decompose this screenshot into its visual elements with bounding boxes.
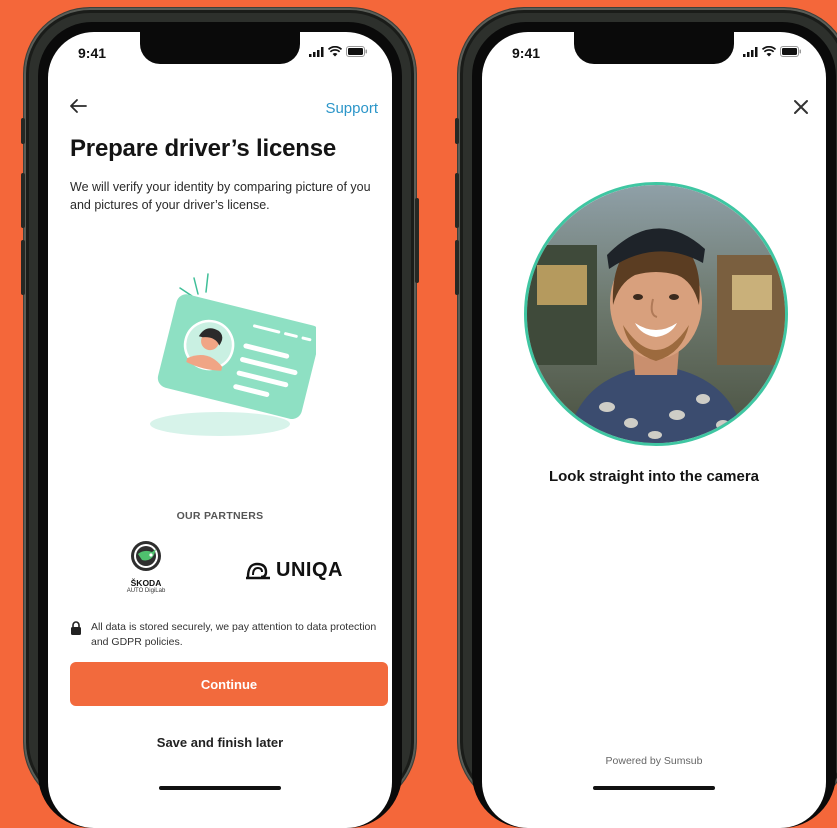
home-indicator[interactable] [159, 786, 281, 790]
volume-down-button [21, 240, 25, 295]
skoda-emblem-icon [131, 541, 161, 571]
close-icon[interactable] [792, 98, 810, 121]
wifi-icon [762, 46, 776, 57]
support-link[interactable]: Support [325, 100, 378, 117]
selfie-screen: 9:41 Look straight into the camera Power… [482, 32, 826, 828]
uniqa-emblem-icon [246, 562, 270, 579]
uniqa-name: UNIQA [276, 559, 343, 581]
mute-switch [455, 118, 459, 144]
battery-icon [780, 46, 801, 57]
notch [574, 32, 734, 64]
screen-bezel: 9:41 Support Prepare driver’s license We… [38, 22, 402, 828]
battery-icon [346, 46, 367, 57]
page-title: Prepare driver’s license [70, 135, 337, 162]
arrow-left-icon[interactable] [68, 98, 88, 119]
document-prep-screen: 9:41 Support Prepare driver’s license We… [48, 32, 392, 828]
home-indicator[interactable] [593, 786, 715, 790]
status-time: 9:41 [512, 45, 541, 61]
license-illustration [136, 266, 321, 451]
status-icons [743, 46, 802, 57]
skoda-name: ŠKODA [130, 578, 162, 588]
security-note-text: All data is stored securely, we pay atte… [91, 621, 377, 648]
skoda-subtitle: AUTO DigiLab [126, 588, 166, 594]
selfie-preview [524, 182, 788, 446]
mute-switch [21, 118, 25, 144]
right-phone-frame: 9:41 Look straight into the camera Power… [455, 8, 837, 828]
power-button [415, 198, 419, 283]
partners-heading: OUR PARTNERS [176, 510, 264, 522]
screen-bezel: 9:41 Look straight into the camera Power… [472, 22, 836, 828]
uniqa-logo: UNIQA [244, 559, 343, 582]
status-icons [309, 46, 368, 57]
signal-icon [309, 46, 324, 57]
security-note: All data is stored securely, we pay atte… [70, 620, 390, 650]
page-description: We will verify your identity by comparin… [70, 180, 371, 212]
notch [140, 32, 300, 64]
save-later-link[interactable]: Save and finish later [48, 735, 392, 750]
camera-instruction: Look straight into the camera [548, 468, 760, 485]
signal-icon [743, 46, 758, 57]
volume-down-button [455, 240, 459, 295]
continue-button[interactable]: Continue [70, 662, 388, 706]
powered-by-text: Powered by Sumsub [605, 755, 703, 767]
volume-up-button [21, 173, 25, 228]
lock-icon [71, 621, 81, 635]
skoda-logo: ŠKODA AUTO DigiLab [116, 540, 176, 595]
status-time: 9:41 [78, 45, 107, 61]
wifi-icon [328, 46, 342, 57]
volume-up-button [455, 173, 459, 228]
left-phone-frame: 9:41 Support Prepare driver’s license We… [21, 8, 419, 828]
